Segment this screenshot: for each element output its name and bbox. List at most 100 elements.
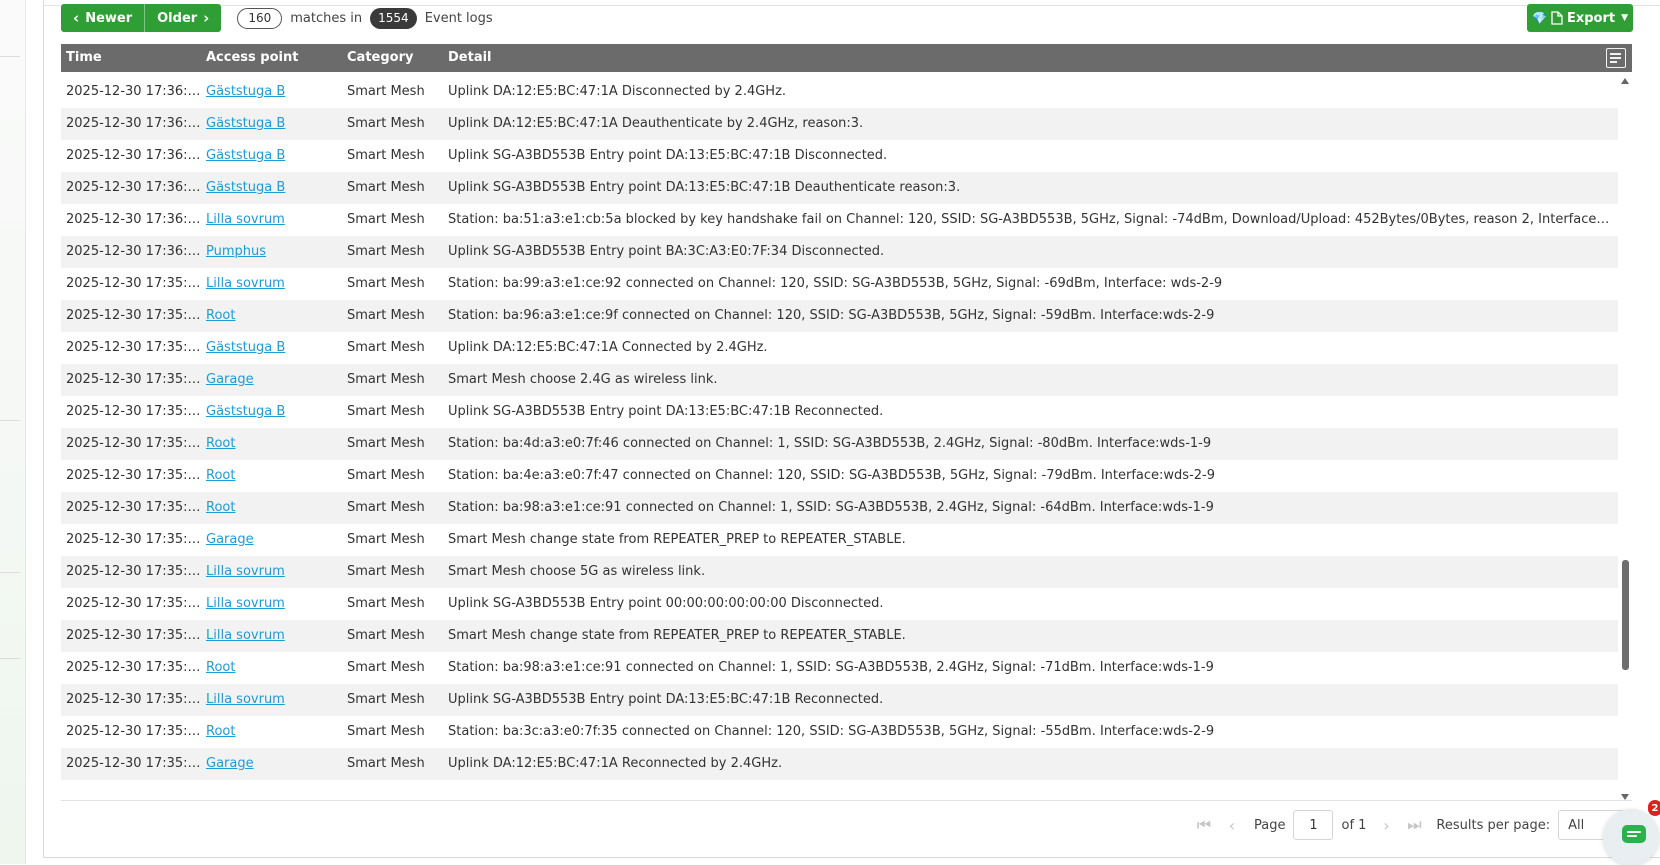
cell-time: 2025-12-30 17:35:39 <box>66 660 202 675</box>
cell-time: 2025-12-30 17:36:16 <box>66 212 202 227</box>
cell-detail: Station: ba:4d:a3:e0:7f:46 connected on … <box>448 436 1212 451</box>
prev-page-icon[interactable]: ‹ <box>1218 816 1246 835</box>
table-row[interactable]: 2025-12-30 17:36:18 Gäststuga B Smart Mesh… <box>61 76 1618 108</box>
cell-detail: Smart Mesh change state from REPEATER_PR… <box>448 628 906 643</box>
table-row[interactable]: 2025-12-30 17:35:43 Garage Smart Mesh Smart… <box>61 364 1618 396</box>
cell-access-point-link[interactable]: Lilla sovrum <box>206 684 341 716</box>
page-number-input[interactable] <box>1293 810 1334 840</box>
cell-category: Smart Mesh <box>347 372 425 387</box>
cell-access-point-link[interactable]: Garage <box>206 524 341 556</box>
table-row[interactable]: 2025-12-30 17:36:16 Lilla sovrum Smart Mes… <box>61 204 1618 236</box>
first-page-icon[interactable]: ⏮︎ <box>1190 815 1218 835</box>
cell-access-point-link[interactable]: Gäststuga B <box>206 172 341 204</box>
table-scrollbar[interactable] <box>1618 76 1632 800</box>
cell-time: 2025-12-30 17:36:18 <box>66 148 202 163</box>
table-row[interactable]: 2025-12-30 17:36:18 Gäststuga B Smart Mesh… <box>61 108 1618 140</box>
cell-detail: Uplink SG-A3BD553B Entry point DA:13:E5:… <box>448 148 888 163</box>
page-label: Page <box>1254 817 1286 833</box>
event-logs-text: Event logs <box>424 10 493 26</box>
table-row[interactable]: 2025-12-30 17:35:43 Root Smart Mesh Station… <box>61 460 1618 492</box>
table-row[interactable]: 2025-12-30 17:35:43 Root Smart Mesh Station… <box>61 428 1618 460</box>
cell-detail: Station: ba:51:a3:e1:cb:5a blocked by ke… <box>448 212 1611 227</box>
cell-access-point-link[interactable]: Lilla sovrum <box>206 620 341 652</box>
column-settings-icon[interactable] <box>1606 48 1626 68</box>
chat-button[interactable] <box>1603 809 1659 865</box>
cell-access-point-link[interactable]: Lilla sovrum <box>206 268 341 300</box>
export-button[interactable]: 💎 Export ▼ <box>1527 4 1633 32</box>
cell-category: Smart Mesh <box>347 212 425 227</box>
table-row[interactable]: 2025-12-30 17:35:41 Lilla sovrum Smart Mes… <box>61 556 1618 588</box>
older-button[interactable]: Older › <box>145 4 222 32</box>
cell-access-point-link[interactable]: Lilla sovrum <box>206 556 341 588</box>
table-row[interactable]: 2025-12-30 17:36:16 Pumphus Smart Mesh Upli… <box>61 236 1618 268</box>
table-row[interactable]: 2025-12-30 17:35:43 Root Smart Mesh Station… <box>61 492 1618 524</box>
cell-access-point-link[interactable]: Gäststuga B <box>206 108 341 140</box>
last-page-icon[interactable]: ⏭︎ <box>1400 815 1428 835</box>
newer-button[interactable]: ‹ Newer <box>61 4 146 32</box>
cell-access-point-link[interactable]: Pumphus <box>206 236 341 268</box>
table-row[interactable]: 2025-12-30 17:35:42 Garage Smart Mesh Smart… <box>61 524 1618 556</box>
cell-access-point-link[interactable]: Root <box>206 300 341 332</box>
cell-access-point-link[interactable]: Gäststuga B <box>206 332 341 364</box>
cell-detail: Uplink SG-A3BD553B Entry point DA:13:E5:… <box>448 404 884 419</box>
table-row[interactable]: 2025-12-30 17:35:43 Gäststuga B Smart Mesh… <box>61 396 1618 428</box>
cell-detail: Uplink SG-A3BD553B Entry point DA:13:E5:… <box>448 180 961 195</box>
cell-time: 2025-12-30 17:35:43 <box>66 500 202 515</box>
cell-access-point-link[interactable]: Gäststuga B <box>206 140 341 172</box>
table-row[interactable]: 2025-12-30 17:35:39 Root Smart Mesh Station… <box>61 652 1618 684</box>
cell-category: Smart Mesh <box>347 564 425 579</box>
table-row[interactable]: 2025-12-30 17:36:18 Gäststuga B Smart Mesh… <box>61 140 1618 172</box>
column-header-category[interactable]: Category <box>347 44 413 72</box>
scroll-up-icon[interactable] <box>1621 78 1629 84</box>
chat-icon <box>1622 825 1646 843</box>
table-row[interactable]: 2025-12-30 17:35:37 Garage Smart Mesh Uplin… <box>61 748 1618 780</box>
cell-access-point-link[interactable]: Root <box>206 460 341 492</box>
cell-category: Smart Mesh <box>347 596 425 611</box>
table-row[interactable]: 2025-12-30 17:35:37 Root Smart Mesh Station… <box>61 716 1618 748</box>
chevron-right-icon: › <box>203 8 210 27</box>
cell-detail: Uplink SG-A3BD553B Entry point BA:3C:A3:… <box>448 244 885 259</box>
cell-detail: Station: ba:3c:a3:e0:7f:35 connected on … <box>448 724 1215 739</box>
cell-access-point-link[interactable]: Garage <box>206 364 341 396</box>
cell-category: Smart Mesh <box>347 116 425 131</box>
chat-notification-badge: 2 <box>1648 800 1660 816</box>
per-page-value: All <box>1568 817 1585 833</box>
cell-category: Smart Mesh <box>347 180 425 195</box>
table-row[interactable]: 2025-12-30 17:35:52 Lilla sovrum Smart Mes… <box>61 268 1618 300</box>
cell-detail: Station: ba:4e:a3:e0:7f:47 connected on … <box>448 468 1215 483</box>
cell-category: Smart Mesh <box>347 84 425 99</box>
cell-detail: Station: ba:98:a3:e1:ce:91 connected on … <box>448 500 1214 515</box>
table-row[interactable]: 2025-12-30 17:35:47 Root Smart Mesh Station… <box>61 300 1618 332</box>
next-page-icon[interactable]: › <box>1372 816 1400 835</box>
export-label: Export <box>1566 10 1616 26</box>
cell-access-point-link[interactable]: Root <box>206 492 341 524</box>
rail-divider <box>0 420 20 421</box>
chevron-left-icon: ‹ <box>73 8 80 27</box>
cell-access-point-link[interactable]: Lilla sovrum <box>206 588 341 620</box>
cell-category: Smart Mesh <box>347 692 425 707</box>
column-header-time[interactable]: Time <box>66 44 102 72</box>
column-header-detail[interactable]: Detail <box>448 44 492 72</box>
cell-detail: Uplink DA:12:E5:BC:47:1A Disconnected by… <box>448 84 787 99</box>
cell-time: 2025-12-30 17:35:37 <box>66 756 202 771</box>
rail-divider <box>0 658 20 659</box>
column-header-access-point[interactable]: Access point <box>206 44 298 72</box>
table-row[interactable]: 2025-12-30 17:36:18 Gäststuga B Smart Mesh… <box>61 172 1618 204</box>
cell-access-point-link[interactable]: Gäststuga B <box>206 76 341 108</box>
table-row[interactable]: 2025-12-30 17:35:37 Lilla sovrum Smart Mes… <box>61 684 1618 716</box>
cell-access-point-link[interactable]: Root <box>206 716 341 748</box>
cell-access-point-link[interactable]: Garage <box>206 748 341 780</box>
scrollbar-thumb[interactable] <box>1622 560 1629 670</box>
cell-detail: Smart Mesh choose 2.4G as wireless link. <box>448 372 718 387</box>
cell-time: 2025-12-30 17:35:47 <box>66 308 202 323</box>
table-row[interactable]: 2025-12-30 17:35:39 Lilla sovrum Smart Mes… <box>61 620 1618 652</box>
cell-access-point-link[interactable]: Gäststuga B <box>206 396 341 428</box>
cell-time: 2025-12-30 17:35:52 <box>66 276 202 291</box>
cell-access-point-link[interactable]: Lilla sovrum <box>206 204 341 236</box>
table-row[interactable]: 2025-12-30 17:35:39 Lilla sovrum Smart Mes… <box>61 588 1618 620</box>
cell-access-point-link[interactable]: Root <box>206 652 341 684</box>
cell-access-point-link[interactable]: Root <box>206 428 341 460</box>
table-row[interactable]: 2025-12-30 17:35:43 Gäststuga B Smart Mesh… <box>61 332 1618 364</box>
cell-category: Smart Mesh <box>347 724 425 739</box>
cell-category: Smart Mesh <box>347 308 425 323</box>
